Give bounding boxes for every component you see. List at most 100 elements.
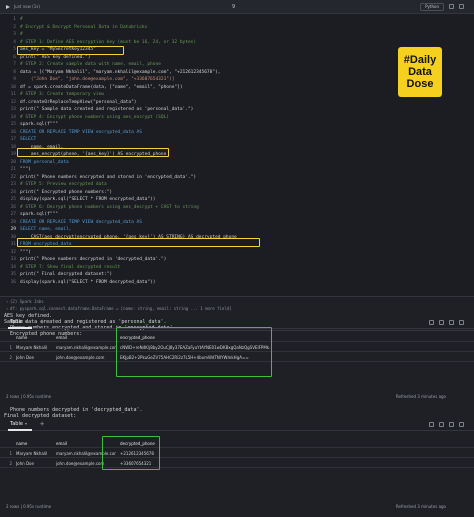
code-text: print(" Sample data created and register… [20, 107, 194, 112]
code-line[interactable]: 2 # Encrypt & Decrypt Personal Data in Da… [0, 24, 474, 32]
refresh-status: Refreshed 3 minutes ago [395, 394, 446, 399]
cell-number: 9 [232, 4, 236, 10]
code-text: CREATE OR REPLACE TEMP VIEW decrypted_da… [20, 219, 142, 225]
code-text: CREATE OR REPLACE TEMP VIEW encrypted_da… [20, 129, 142, 135]
code-text: # [20, 32, 23, 37]
code-line[interactable]: 3 # [0, 31, 474, 39]
table-toolbar-decrypted: Table ▾ + [0, 419, 474, 431]
fullscreen-icon[interactable] [459, 422, 464, 427]
line-number: 31 [10, 242, 16, 247]
add-visualization-icon[interactable]: + [40, 318, 44, 326]
line-number: 5 [13, 47, 16, 52]
line-number: 32 [10, 249, 16, 255]
code-line[interactable]: 29 SELECT name, email, [0, 226, 474, 234]
row-index: 1 [9, 451, 12, 456]
code-line[interactable]: 34 # STEP 7: Show final decrypted result [0, 264, 474, 272]
code-line[interactable]: 4 # STEP 1: Define AES encryption key (mu… [0, 39, 474, 47]
code-text: display(spark.sql("SELECT * FROM decrypt… [20, 279, 156, 285]
line-number: 22 [10, 174, 16, 180]
code-text: """) [20, 167, 31, 172]
table-footer: 2 rows | 0.95s runtime [6, 394, 52, 399]
line-number: 6 [13, 54, 16, 60]
code-text: # STEP 6: Decrypt phone numbers using ae… [20, 204, 199, 210]
code-line[interactable]: 17 SELECT [0, 136, 474, 144]
refresh-status: Refreshed 3 minutes ago [395, 504, 446, 509]
expand-icon[interactable] [449, 4, 454, 9]
code-text: data = [("Maryam Nkhalil", "maryam.nkhal… [20, 69, 221, 75]
code-text: print(" Final decrypted dataset:") [20, 272, 113, 277]
line-number: 26 [10, 204, 16, 210]
line-number: 25 [10, 197, 16, 202]
code-line[interactable]: 15 spark.sql(f""" [0, 121, 474, 129]
row-index-header [2, 439, 12, 448]
line-number: 7 [13, 62, 16, 67]
table-footer: 2 rows | 0.95s runtime [6, 504, 52, 509]
code-line[interactable]: 35 print(" Final decrypted dataset:") [0, 271, 474, 279]
tab-table[interactable]: Table ▾ [8, 421, 32, 431]
code-line[interactable]: 25 display(spark.sql("SELECT * FROM encry… [0, 196, 474, 204]
code-text: # STEP 2: Create sample data with name, … [20, 62, 161, 67]
code-text: # STEP 3: Create temporary view [20, 92, 104, 97]
line-number: 17 [10, 137, 16, 142]
spark-jobs-toggle[interactable]: › (2) Spark Jobs [6, 299, 44, 304]
line-number: 4 [13, 39, 16, 45]
code-line[interactable]: 23 # STEP 5: Preview encrypted data [0, 181, 474, 189]
code-line[interactable]: 12 df.createOrReplaceTempView("personal_d… [0, 99, 474, 107]
code-line[interactable]: 13 print(" Sample data created and regist… [0, 106, 474, 114]
code-line[interactable]: 16 CREATE OR REPLACE TEMP VIEW encrypted_… [0, 129, 474, 137]
code-line[interactable]: 27 spark.sql(f""" [0, 211, 474, 219]
cell-name: John Doe [16, 355, 34, 360]
table-row[interactable]: 1 Maryam Nkhalil maryam.nkhalil@example.co… [0, 449, 474, 458]
search-icon[interactable] [439, 320, 444, 325]
aes-key-highlight [17, 46, 124, 55]
aes-decrypt-highlight [17, 238, 260, 247]
language-selector[interactable]: Python [420, 3, 444, 11]
code-line[interactable]: 1 # [0, 16, 474, 24]
line-number: 35 [10, 272, 16, 277]
row-index: 2 [9, 355, 12, 360]
code-text: display(spark.sql("SELECT * FROM encrypt… [20, 197, 156, 202]
add-visualization-icon[interactable]: + [40, 420, 44, 428]
dataframe-info[interactable]: › df: pyspark.sql.connect.dataframe.DataF… [6, 306, 232, 311]
expand-icon[interactable] [449, 320, 454, 325]
code-line[interactable]: 14 # STEP 4: Encrypt phone numbers using … [0, 114, 474, 122]
column-header: email [56, 335, 68, 340]
search-icon[interactable] [439, 422, 444, 427]
fullscreen-icon[interactable] [459, 320, 464, 325]
table-row[interactable]: 2 John Doe john.doe@example.com +3360765432… [0, 459, 474, 468]
line-number: 13 [10, 107, 16, 112]
run-cell-button[interactable]: Just now (1s) [6, 4, 40, 9]
code-line[interactable]: 22 print(" Phone numbers encrypted and st… [0, 174, 474, 182]
code-line[interactable]: 32 """) [0, 249, 474, 257]
line-number: 33 [10, 257, 16, 262]
line-number: 23 [10, 182, 16, 187]
more-options-icon[interactable] [459, 4, 464, 9]
code-line[interactable]: 33 print(" Phone numbers decrypted in 'de… [0, 256, 474, 264]
code-line[interactable]: 21 """) [0, 166, 474, 174]
expand-icon[interactable] [449, 422, 454, 427]
column-header: name [16, 441, 28, 446]
line-number: 24 [10, 189, 16, 195]
code-line[interactable]: 20 FROM personal_data [0, 159, 474, 167]
table-header-row[interactable]: name email decrypted_phone [0, 439, 474, 448]
line-number: 19 [10, 152, 16, 157]
code-text: spark.sql(f""" [20, 212, 58, 217]
line-number: 14 [10, 114, 16, 120]
cell-toolbar: Just now (1s) 9 Python [0, 0, 474, 14]
cell-name: John Doe [16, 461, 34, 466]
cell-email: john.doe@example.com [56, 355, 105, 360]
filter-icon[interactable] [429, 320, 434, 325]
line-number: 36 [10, 279, 16, 285]
filter-icon[interactable] [429, 422, 434, 427]
column-header: name [16, 335, 28, 340]
code-text: # STEP 4: Encrypt phone numbers using ae… [20, 114, 170, 120]
daily-data-dose-logo: #Daily Data Dose [398, 47, 442, 97]
code-line[interactable]: 36 display(spark.sql("SELECT * FROM decry… [0, 279, 474, 287]
code-line[interactable]: 28 CREATE OR REPLACE TEMP VIEW decrypted_… [0, 219, 474, 227]
line-number: 3 [13, 32, 16, 37]
tab-table[interactable]: Table ▾ [8, 319, 32, 329]
line-number: 20 [10, 159, 16, 165]
code-text: FROM personal_data [20, 159, 69, 165]
code-line[interactable]: 24 print(" Encrypted phone numbers:") [0, 189, 474, 197]
code-line[interactable]: 26 # STEP 6: Decrypt phone numbers using … [0, 204, 474, 212]
